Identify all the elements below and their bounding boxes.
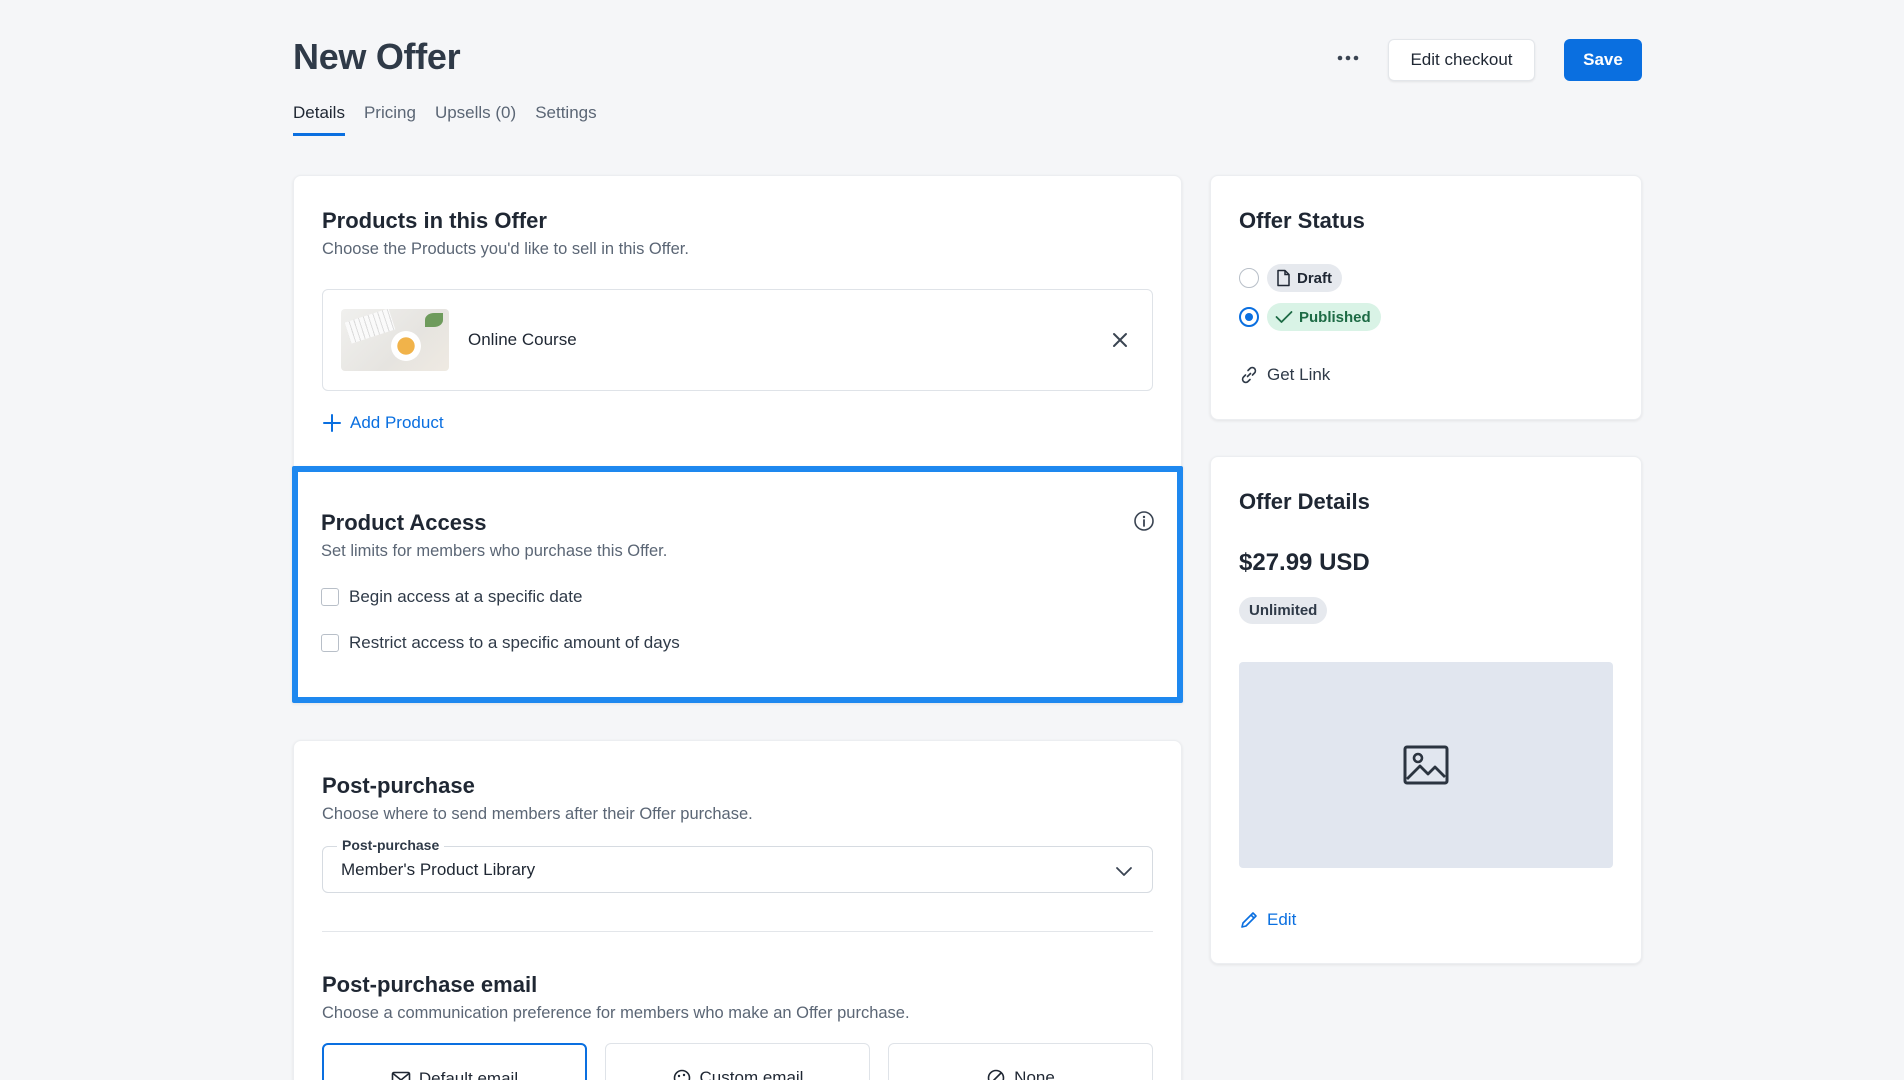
custom-email-label: Custom email [699,1068,804,1080]
none-email-option[interactable]: None [888,1043,1153,1080]
published-label: Published [1299,308,1371,326]
tab-upsells[interactable]: Upsells (0) [435,103,516,136]
get-link-button[interactable]: Get Link [1239,365,1613,385]
product-name: Online Course [468,330,577,349]
page-title: New Offer [293,36,461,77]
custom-email-option[interactable]: Custom email [605,1043,870,1080]
ellipsis-icon [1337,55,1359,61]
section-divider [322,931,1153,932]
restrict-access-checkbox[interactable] [321,634,339,652]
document-icon [1277,269,1290,287]
default-email-label: Default email [418,1069,519,1080]
post-purchase-subtitle: Choose where to send members after their… [322,805,753,823]
restrict-access-label: Restrict access to a specific amount of … [349,633,680,652]
post-purchase-select-label: Post-purchase [337,837,445,853]
offer-image-placeholder[interactable] [1239,662,1613,868]
pencil-icon [1241,912,1257,928]
none-email-label: None [1014,1068,1055,1080]
get-link-label: Get Link [1267,365,1331,384]
published-radio[interactable] [1239,307,1259,327]
post-purchase-title: Post-purchase [322,773,475,798]
more-options-button[interactable] [1332,46,1364,70]
product-thumbnail [341,309,449,371]
envelope-icon [391,1071,411,1080]
image-icon [1403,745,1449,785]
restrict-access-option[interactable]: Restrict access to a specific amount of … [321,633,1154,653]
products-title: Products in this Offer [322,208,547,233]
tab-pricing[interactable]: Pricing [364,103,416,136]
add-product-button[interactable]: Add Product [322,413,1153,433]
plus-icon [323,414,341,432]
edit-image-button[interactable]: Edit [1239,910,1613,930]
post-purchase-select[interactable]: Post-purchase Member's Product Library [322,837,1153,893]
details-title: Offer Details [1239,489,1370,514]
offer-details-card: Offer Details $27.99 USD Unlimited Edit [1210,456,1642,964]
link-icon [1241,366,1257,384]
tab-details[interactable]: Details [293,103,345,136]
products-card: Products in this Offer Choose the Produc… [293,175,1182,475]
email-options: Default email Custom email None [322,1043,1153,1080]
add-product-label: Add Product [350,413,444,432]
default-email-option[interactable]: Default email [322,1043,587,1080]
edit-checkout-button[interactable]: Edit checkout [1388,39,1535,81]
save-button[interactable]: Save [1564,39,1642,81]
products-subtitle: Choose the Products you'd like to sell i… [322,240,689,258]
check-icon [1275,311,1293,323]
custom-email-icon [673,1069,690,1080]
draft-label: Draft [1297,269,1333,287]
ban-icon [987,1069,1005,1080]
status-option-draft[interactable]: Draft [1239,264,1613,292]
product-access-card: Product Access Set limits for members wh… [292,466,1183,703]
access-subtitle: Set limits for members who purchase this… [321,542,668,560]
product-item[interactable]: Online Course [322,289,1153,391]
begin-access-label: Begin access at a specific date [349,587,583,606]
tab-settings[interactable]: Settings [535,103,596,136]
info-icon[interactable] [1133,510,1155,532]
post-purchase-select-value: Member's Product Library [341,859,536,879]
draft-pill: Draft [1267,264,1343,292]
offer-status-card: Offer Status Draft Published Get Link [1210,175,1642,420]
unlimited-badge: Unlimited [1239,597,1328,624]
draft-radio[interactable] [1239,268,1259,288]
tab-bar: Details Pricing Upsells (0) Settings [293,103,597,136]
post-purchase-card: Post-purchase Choose where to send membe… [293,740,1182,1080]
begin-access-checkbox[interactable] [321,588,339,606]
post-email-title: Post-purchase email [322,972,538,997]
status-title: Offer Status [1239,208,1365,233]
status-option-published[interactable]: Published [1239,303,1613,331]
offer-price: $27.99 USD [1239,549,1370,576]
close-icon[interactable] [1108,328,1132,352]
published-pill: Published [1267,303,1381,331]
post-email-subtitle: Choose a communication preference for me… [322,1004,910,1022]
access-title: Product Access [321,510,487,535]
begin-access-option[interactable]: Begin access at a specific date [321,587,1154,607]
edit-label: Edit [1267,910,1297,929]
chevron-down-icon [1116,867,1132,876]
